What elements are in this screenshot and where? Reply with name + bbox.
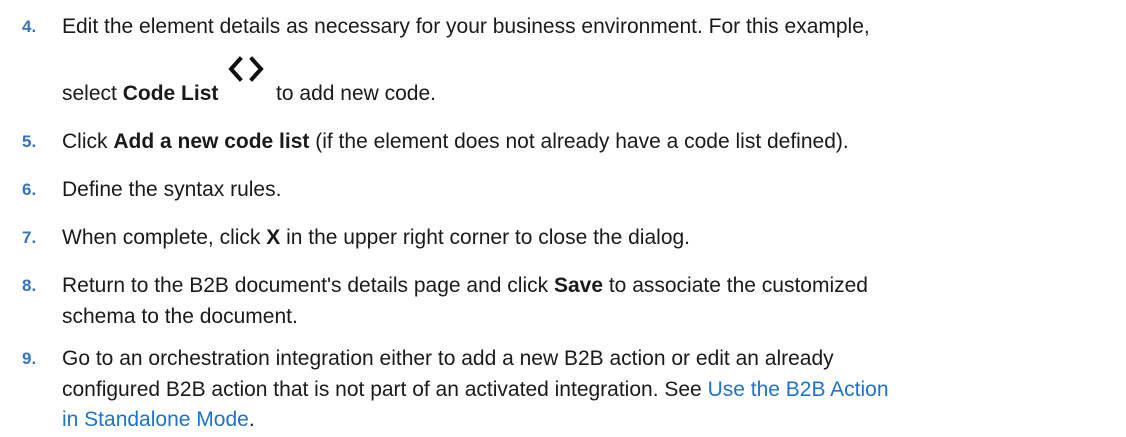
step-text-line: Edit the element details as necessary fo… <box>62 15 870 38</box>
step-number: 4. <box>22 17 37 36</box>
step-text: in the upper right corner to close the d… <box>280 226 691 249</box>
step-text: to associate the customized <box>603 274 868 297</box>
step-text: Click <box>62 130 114 153</box>
step-text: schema to the document. <box>62 302 1106 332</box>
step-text: Return to the B2B document's details pag… <box>62 274 554 297</box>
code-brackets-icon <box>228 56 264 82</box>
step-text: schema to the document. <box>62 305 298 328</box>
step-number: 7. <box>22 228 37 247</box>
step-text: (if the element does not already have a … <box>309 130 849 153</box>
step-text: configured B2B action that is not part o… <box>62 375 1106 405</box>
step-number: 5. <box>22 132 37 151</box>
code-list-label: Code List <box>122 82 219 105</box>
step-text: select Code List to add new code. <box>62 56 1106 109</box>
step-text: Return to the B2B document's details pag… <box>62 271 1106 301</box>
step-number: 6. <box>22 180 37 199</box>
step-text: select <box>62 82 123 105</box>
steps-list: 4. Edit the element details as necessary… <box>0 0 1126 437</box>
close-x-label: X <box>266 226 281 249</box>
step-number: 9. <box>22 349 37 368</box>
step-text: Go to an orchestration integration eithe… <box>62 347 834 370</box>
step-text: Edit the element details as necessary fo… <box>62 12 1106 42</box>
standalone-mode-link[interactable]: in Standalone Mode <box>62 408 249 431</box>
step-text: Define the syntax rules. <box>62 178 282 201</box>
step-text: Define the syntax rules. <box>62 175 1106 205</box>
step-text: to add new code. <box>270 82 437 105</box>
step-text: When complete, click <box>62 226 267 249</box>
step-text: When complete, click X in the upper righ… <box>62 223 1106 253</box>
save-label: Save <box>553 274 604 297</box>
step-text: Click Add a new code list (if the elemen… <box>62 127 1106 157</box>
step-number: 8. <box>22 276 37 295</box>
step-text: Go to an orchestration integration eithe… <box>62 344 1106 374</box>
add-code-list-label: Add a new code list <box>113 130 310 153</box>
step-text: in Standalone Mode. <box>62 405 1106 435</box>
standalone-mode-link[interactable]: Use the B2B Action <box>708 378 889 401</box>
step-text: . <box>248 408 255 431</box>
step-text: configured B2B action that is not part o… <box>62 378 708 401</box>
